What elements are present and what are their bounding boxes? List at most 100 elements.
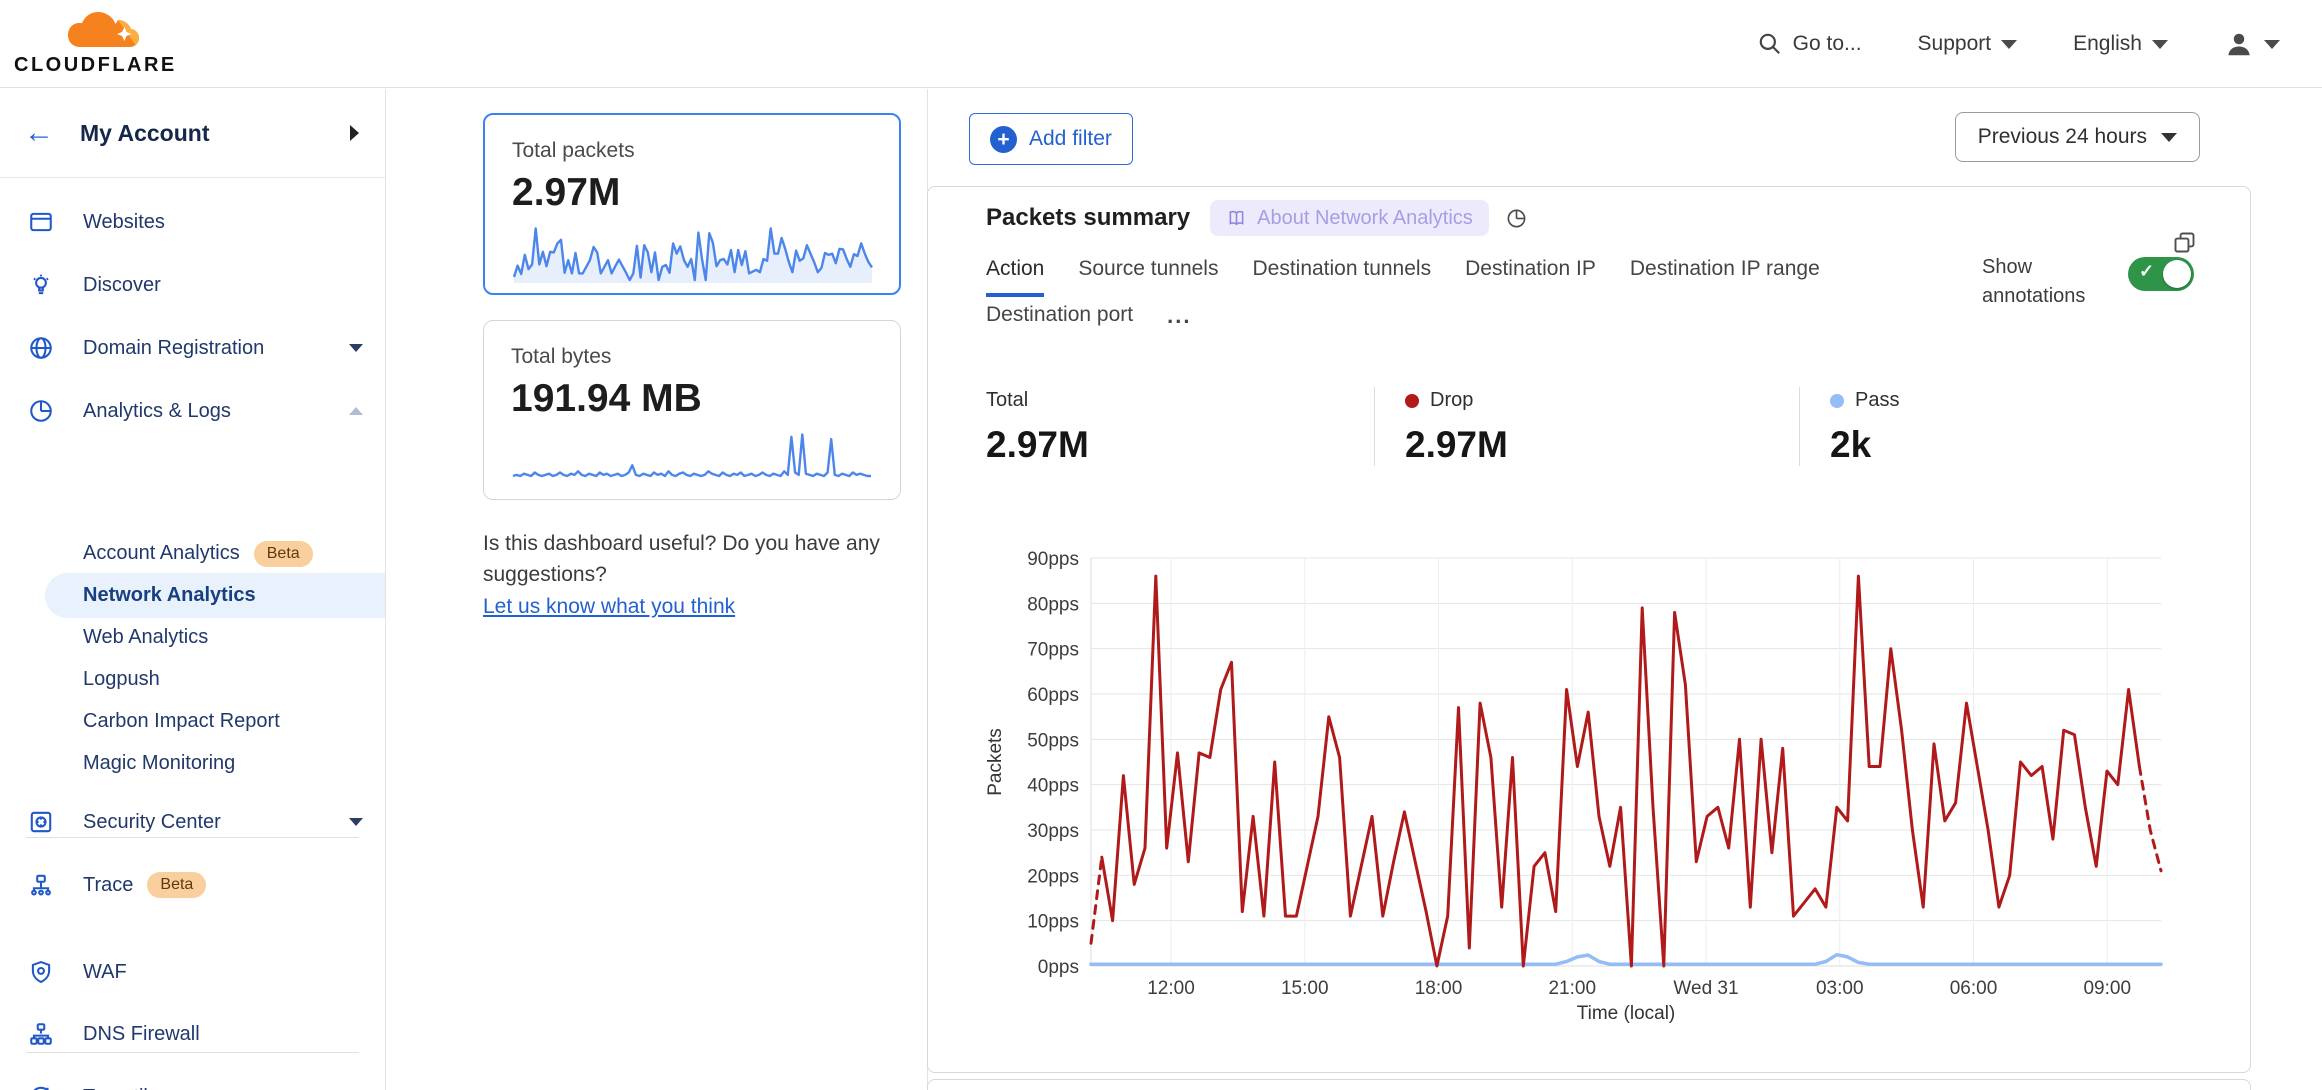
pass-legend-dot bbox=[1830, 394, 1844, 408]
support-label: Support bbox=[1918, 32, 1992, 56]
sidebar-item-trace[interactable]: Trace Beta bbox=[0, 863, 385, 907]
sidebar: ← My Account Websites Discover Domain Re… bbox=[0, 89, 386, 1090]
chevron-down-icon bbox=[2152, 40, 2168, 49]
globe-icon bbox=[28, 335, 54, 361]
stat-pass-value: 2k bbox=[1830, 424, 2178, 466]
sidebar-item-web-analytics[interactable]: Web Analytics bbox=[0, 616, 385, 659]
card-title: Total packets bbox=[512, 139, 872, 163]
time-range-dropdown[interactable]: Previous 24 hours bbox=[1955, 112, 2200, 162]
svg-text:10pps: 10pps bbox=[1027, 912, 1079, 933]
total-bytes-card[interactable]: Total bytes 191.94 MB bbox=[483, 320, 901, 500]
svg-text:20pps: 20pps bbox=[1027, 866, 1079, 887]
show-annotations-toggle[interactable]: ✓ bbox=[2128, 257, 2194, 291]
more-tabs-button[interactable]: ... bbox=[1167, 297, 1191, 343]
card-title: Total bytes bbox=[511, 345, 873, 369]
stat-total-value: 2.97M bbox=[986, 424, 1374, 466]
account-name: My Account bbox=[80, 120, 210, 147]
account-header[interactable]: ← My Account bbox=[0, 89, 385, 178]
chevron-down-icon bbox=[2264, 40, 2280, 49]
show-annotations-label: Show annotations bbox=[1982, 253, 2102, 311]
svg-text:80pps: 80pps bbox=[1027, 594, 1079, 615]
svg-text:Packets: Packets bbox=[985, 728, 1006, 796]
support-menu[interactable]: Support bbox=[1918, 32, 2018, 56]
about-network-analytics-badge[interactable]: About Network Analytics bbox=[1210, 200, 1489, 236]
vault-icon bbox=[28, 809, 54, 835]
card-value: 191.94 MB bbox=[511, 377, 873, 421]
language-menu[interactable]: English bbox=[2073, 32, 2168, 56]
chevron-down-icon bbox=[349, 818, 363, 826]
sidebar-item-domain-registration[interactable]: Domain Registration bbox=[0, 326, 385, 370]
annotations-control: Show annotations ✓ bbox=[1982, 253, 2194, 311]
stat-drop-value: 2.97M bbox=[1405, 424, 1799, 466]
add-filter-button[interactable]: + Add filter bbox=[969, 113, 1133, 165]
beta-badge: Beta bbox=[147, 872, 206, 898]
cloudflare-cloud-icon bbox=[66, 8, 140, 52]
stats-row: Total 2.97M Drop 2.97M Pass 2k bbox=[986, 387, 2178, 466]
lightbulb-icon bbox=[28, 272, 54, 298]
tab-source-tunnels[interactable]: Source tunnels bbox=[1078, 251, 1218, 297]
chevron-right-icon bbox=[350, 125, 359, 141]
drop-legend-dot bbox=[1405, 394, 1419, 408]
sidebar-item-partial[interactable] bbox=[0, 1078, 385, 1090]
sidebar-item-magic-monitoring[interactable]: Magic Monitoring bbox=[0, 742, 385, 785]
svg-text:12:00: 12:00 bbox=[1147, 978, 1195, 999]
svg-text:15:00: 15:00 bbox=[1281, 978, 1329, 999]
chevron-down-icon bbox=[2001, 40, 2017, 49]
sidebar-item-network-analytics[interactable]: Network Analytics bbox=[45, 573, 385, 618]
shield-gear-icon bbox=[28, 959, 54, 985]
svg-text:50pps: 50pps bbox=[1027, 730, 1079, 751]
browser-icon bbox=[28, 209, 54, 235]
svg-text:90pps: 90pps bbox=[1027, 549, 1079, 570]
svg-text:30pps: 30pps bbox=[1027, 821, 1079, 842]
stat-pass: Pass 2k bbox=[1799, 387, 2178, 466]
cloudflare-logo-text: CLOUDFLARE bbox=[14, 54, 177, 77]
back-arrow-icon[interactable]: ← bbox=[24, 118, 54, 148]
language-label: English bbox=[2073, 32, 2142, 56]
tab-destination-port[interactable]: Destination port bbox=[986, 297, 1133, 343]
cloudflare-logo[interactable]: CLOUDFLARE bbox=[14, 4, 184, 84]
feedback-block: Is this dashboard useful? Do you have an… bbox=[483, 528, 915, 622]
cloudflare-dashboard: CLOUDFLARE Go to... Support English bbox=[0, 0, 2322, 1090]
top-header: CLOUDFLARE Go to... Support English bbox=[0, 0, 2322, 88]
svg-text:Wed 31: Wed 31 bbox=[1673, 978, 1738, 999]
feedback-question: Is this dashboard useful? Do you have an… bbox=[483, 532, 880, 586]
chevron-down-icon bbox=[2161, 133, 2177, 142]
sidebar-item-waf[interactable]: WAF bbox=[0, 950, 385, 994]
sidebar-divider bbox=[26, 1052, 359, 1053]
tab-destination-ip-range[interactable]: Destination IP range bbox=[1630, 251, 1820, 297]
dimension-tabs: Action Source tunnels Destination tunnel… bbox=[986, 251, 1996, 343]
sidebar-item-account-analytics[interactable]: Account Analytics Beta bbox=[0, 532, 385, 575]
tab-action[interactable]: Action bbox=[986, 251, 1044, 297]
sidebar-item-analytics-logs[interactable]: Analytics & Logs bbox=[0, 389, 385, 433]
feedback-link[interactable]: Let us know what you think bbox=[483, 591, 735, 622]
svg-text:21:00: 21:00 bbox=[1548, 978, 1596, 999]
sidebar-item-logpush[interactable]: Logpush bbox=[0, 658, 385, 701]
svg-text:Time (local): Time (local) bbox=[1577, 1003, 1676, 1024]
expand-icon[interactable] bbox=[2171, 229, 2198, 256]
chevron-up-icon bbox=[349, 407, 363, 415]
sidebar-item-discover[interactable]: Discover bbox=[0, 263, 385, 307]
tab-destination-ip[interactable]: Destination IP bbox=[1465, 251, 1596, 297]
svg-text:09:00: 09:00 bbox=[2083, 978, 2131, 999]
chevron-down-icon bbox=[349, 344, 363, 352]
svg-text:70pps: 70pps bbox=[1027, 640, 1079, 661]
tab-destination-tunnels[interactable]: Destination tunnels bbox=[1252, 251, 1431, 297]
panel-title: Packets summary bbox=[986, 204, 1190, 232]
user-menu[interactable] bbox=[2224, 29, 2280, 59]
header-menu: Go to... Support English bbox=[1757, 0, 2280, 88]
packets-time-series-chart: 0pps10pps20pps30pps40pps50pps60pps70pps8… bbox=[931, 541, 2171, 1032]
packets-sparkline-chart bbox=[512, 221, 874, 283]
toggle-knob bbox=[2163, 260, 2191, 288]
svg-text:40pps: 40pps bbox=[1027, 776, 1079, 797]
sidebar-item-websites[interactable]: Websites bbox=[0, 200, 385, 244]
go-to-search[interactable]: Go to... bbox=[1757, 31, 1862, 57]
main-content: + Add filter Previous 24 hours Packets s… bbox=[927, 89, 2322, 1090]
sidebar-divider bbox=[26, 837, 359, 838]
total-packets-card[interactable]: Total packets 2.97M bbox=[483, 113, 901, 295]
sidebar-item-carbon-impact-report[interactable]: Carbon Impact Report bbox=[0, 700, 385, 743]
pie-chart-icon bbox=[28, 398, 54, 424]
pie-chart-icon[interactable] bbox=[1505, 207, 1528, 230]
sidebar-item-dns-firewall[interactable]: DNS Firewall bbox=[0, 1012, 385, 1056]
svg-text:0pps: 0pps bbox=[1038, 957, 1079, 978]
bytes-sparkline-chart bbox=[511, 427, 873, 485]
